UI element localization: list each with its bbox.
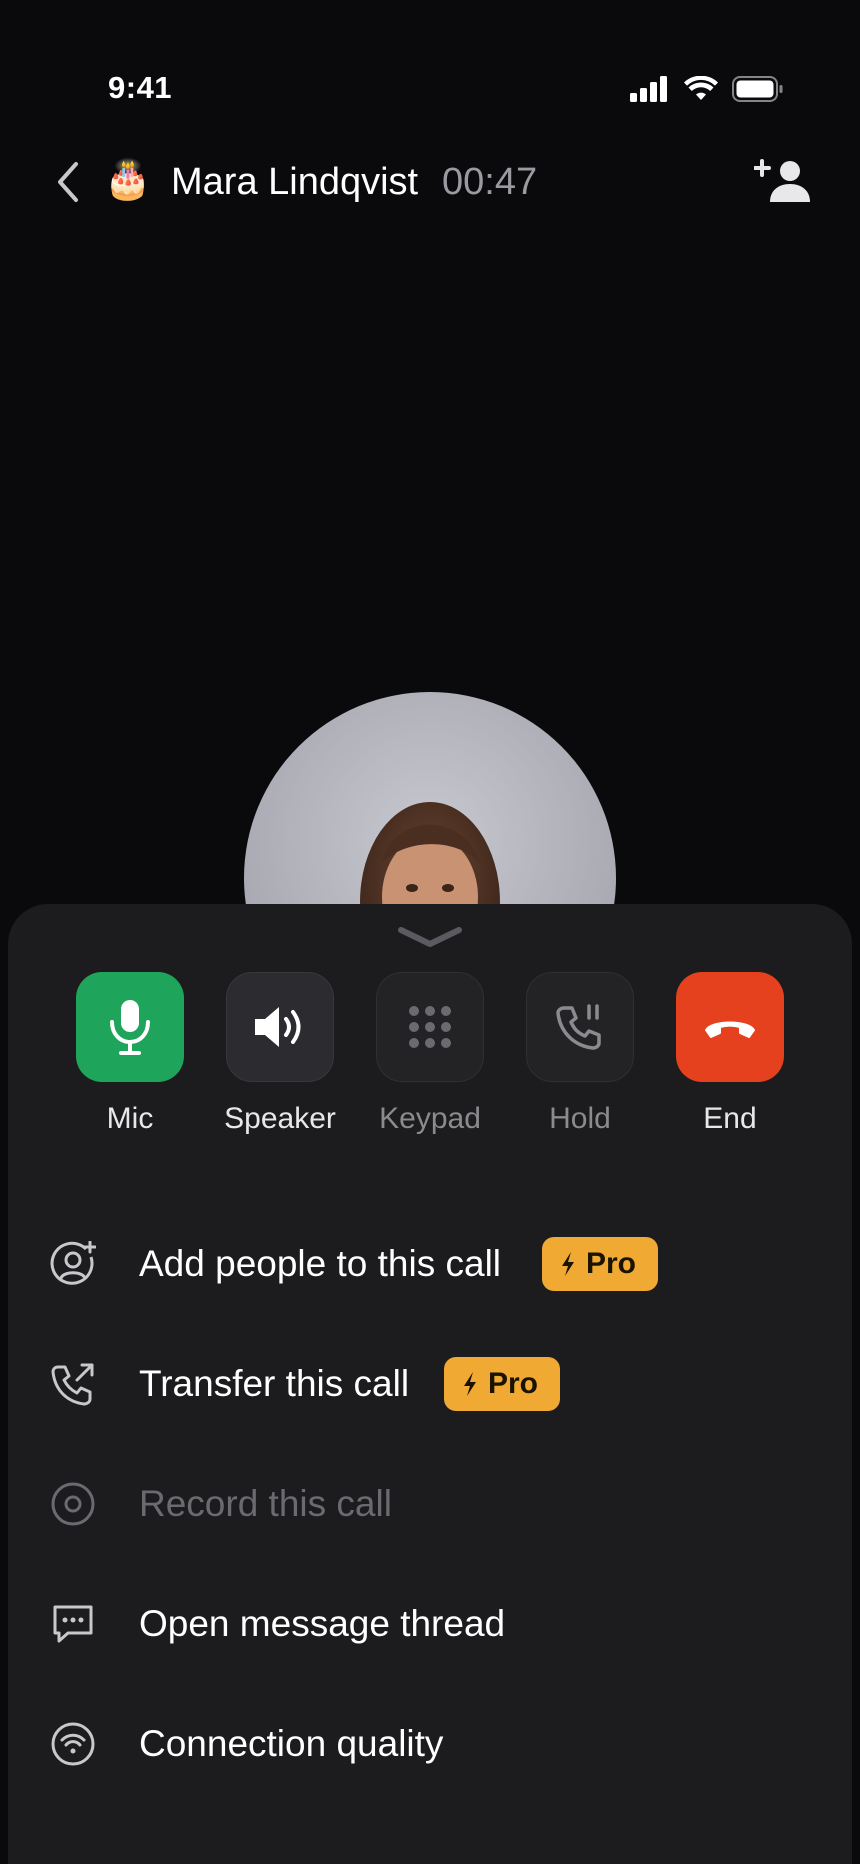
menu-label-record: Record this call [139, 1483, 392, 1524]
wifi-icon [684, 76, 718, 100]
chevron-down-icon [398, 927, 462, 947]
end-call-label: End [703, 1102, 757, 1135]
birthday-cake-emoji: 🎂 [104, 159, 152, 201]
add-person-circle-icon [50, 1241, 96, 1287]
lightning-icon [464, 1372, 476, 1396]
keypad-button[interactable] [376, 972, 484, 1082]
hold-control: Hold [526, 972, 634, 1136]
pro-badge: Pro [542, 1237, 659, 1291]
call-timer: 00:47 [442, 161, 538, 203]
end-call-button[interactable] [676, 972, 784, 1082]
call-header: 🎂 Mara Lindqvist 00:47 [0, 150, 860, 214]
menu-item-record[interactable]: Record this call [8, 1444, 852, 1564]
status-bar: 9:41 [0, 0, 860, 120]
mic-button[interactable] [76, 972, 184, 1082]
call-controls-sheet: Mic Speaker Keypad Hold End Add people t… [8, 904, 852, 1864]
status-icons [630, 76, 784, 102]
add-participant-button[interactable] [753, 156, 814, 206]
speaker-label: Speaker [224, 1102, 336, 1135]
hold-icon [556, 1004, 601, 1050]
mic-control: Mic [76, 972, 184, 1136]
pro-badge: Pro [444, 1357, 561, 1411]
chevron-left-icon [58, 162, 78, 202]
menu-item-connection-quality[interactable]: Connection quality [8, 1684, 852, 1804]
end-call-icon [705, 1021, 755, 1038]
transfer-call-icon [50, 1361, 96, 1407]
pro-badge-label: Pro [586, 1247, 637, 1280]
add-person-icon [753, 159, 810, 202]
menu-label-add-people: Add people to this call [139, 1243, 502, 1284]
cellular-signal-icon [630, 76, 667, 102]
menu-label-transfer: Transfer this call [139, 1363, 410, 1404]
keypad-control: Keypad [376, 972, 484, 1136]
back-button[interactable] [50, 160, 90, 204]
lightning-icon [562, 1252, 574, 1276]
end-call-control: End [676, 972, 784, 1136]
menu-item-add-people[interactable]: Add people to this call Pro [8, 1204, 852, 1324]
keypad-icon [409, 1006, 451, 1048]
mic-icon [110, 1000, 150, 1055]
speaker-icon [255, 1007, 301, 1047]
speaker-control: Speaker [224, 972, 336, 1136]
status-time: 9:41 [108, 70, 173, 105]
hold-button[interactable] [526, 972, 634, 1082]
call-control-row: Mic Speaker Keypad Hold End [8, 972, 852, 1152]
speaker-button[interactable] [226, 972, 334, 1082]
hold-label: Hold [549, 1102, 611, 1135]
message-icon [50, 1601, 96, 1647]
menu-item-transfer[interactable]: Transfer this call Pro [8, 1324, 852, 1444]
battery-icon [732, 76, 783, 102]
mic-label: Mic [106, 1102, 154, 1135]
menu-label-connection-quality: Connection quality [139, 1723, 444, 1764]
wifi-circle-icon [50, 1721, 96, 1767]
pro-badge-label: Pro [488, 1367, 539, 1400]
menu-label-message-thread: Open message thread [139, 1603, 506, 1644]
call-options-menu: Add people to this call Pro Transfer thi… [8, 1204, 852, 1804]
menu-item-message-thread[interactable]: Open message thread [8, 1564, 852, 1684]
keypad-label: Keypad [379, 1102, 481, 1135]
record-icon [50, 1481, 96, 1527]
caller-name: Mara Lindqvist [171, 161, 419, 203]
collapse-sheet-handle[interactable] [395, 922, 465, 952]
